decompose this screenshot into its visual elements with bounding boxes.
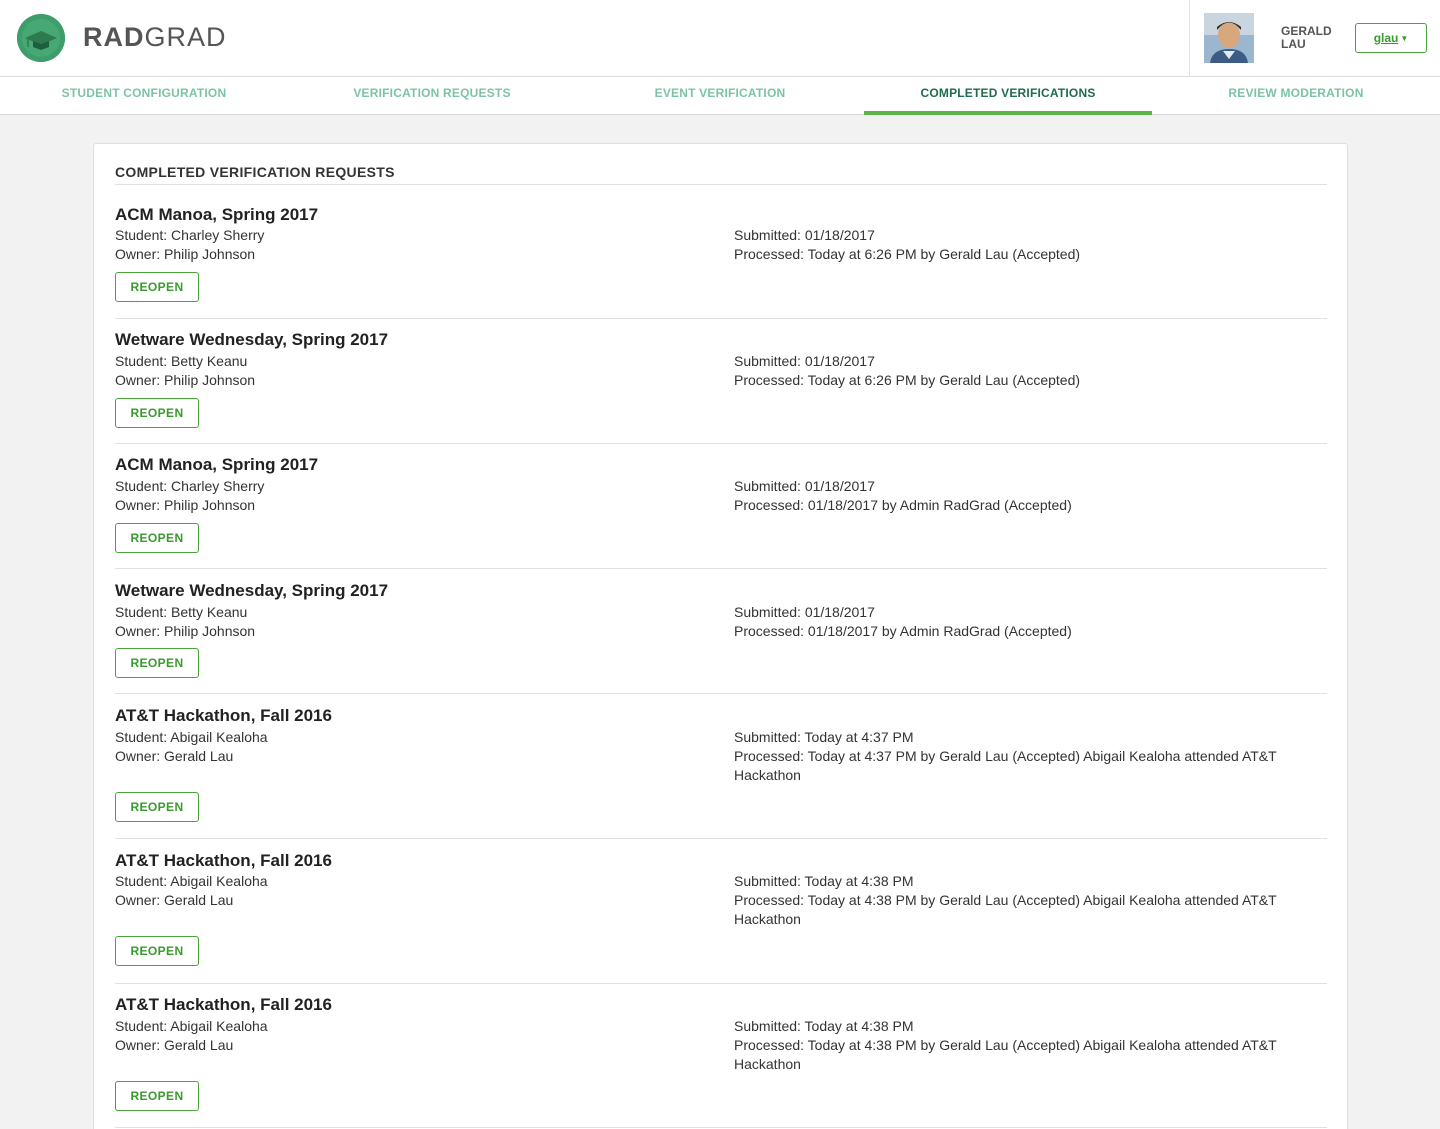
reopen-button[interactable]: REOPEN [115,272,199,302]
entry-student: Student: Charley Sherry [115,227,265,243]
reopen-button[interactable]: REOPEN [115,1081,199,1111]
verification-entry: AT&T Hackathon, Fall 2016 Student: Abiga… [115,706,1327,839]
entry-title: AT&T Hackathon, Fall 2016 [115,706,332,725]
entry-student: Student: Abigail Kealoha [115,1018,268,1034]
reopen-button[interactable]: REOPEN [115,936,199,966]
tab-review-moderation[interactable]: REVIEW MODERATION [1152,77,1440,115]
divider [115,838,1327,839]
user-menu-area: GERALD LAU glau ▼ [1189,0,1440,77]
verification-entry: ACM Manoa, Spring 2017 Student: Charley … [115,205,1327,319]
brand-name[interactable]: RADGRAD [83,22,227,53]
entry-submitted: Submitted: 01/18/2017 [734,604,875,620]
entry-submitted: Submitted: 01/18/2017 [734,353,875,369]
radgrad-logo[interactable] [17,14,65,62]
reopen-button[interactable]: REOPEN [115,648,199,678]
entry-student: Student: Charley Sherry [115,478,265,494]
entry-title: Wetware Wednesday, Spring 2017 [115,330,389,349]
main-nav: STUDENT CONFIGURATION VERIFICATION REQUE… [0,77,1440,115]
entry-processed: Processed: Today at 4:38 PM by Gerald La… [734,892,1277,927]
entry-processed: Processed: 01/18/2017 by Admin RadGrad (… [734,623,1072,639]
entry-title: Wetware Wednesday, Spring 2017 [115,581,389,600]
graduation-cap-icon [17,14,65,62]
entry-student: Student: Abigail Kealoha [115,873,268,889]
entry-owner: Owner: Gerald Lau [115,748,234,764]
completed-verifications-card: COMPLETED VERIFICATION REQUESTS ACM Mano… [93,143,1348,1129]
user-full-name: GERALD LAU [1281,25,1341,51]
divider [115,443,1327,444]
avatar-image [1204,13,1254,63]
entry-submitted: Submitted: 01/18/2017 [734,478,875,494]
entry-student: Student: Abigail Kealoha [115,729,268,745]
divider [115,693,1327,694]
entry-submitted: Submitted: Today at 4:38 PM [734,1018,914,1034]
entry-processed: Processed: Today at 6:26 PM by Gerald La… [734,246,1081,262]
entry-student: Student: Betty Keanu [115,353,248,369]
card-title: COMPLETED VERIFICATION REQUESTS [115,164,395,180]
divider [115,184,1327,185]
tab-event-verification[interactable]: EVENT VERIFICATION [576,77,864,115]
reopen-button[interactable]: REOPEN [115,523,199,553]
divider [115,318,1327,319]
entry-title: ACM Manoa, Spring 2017 [115,455,319,474]
caret-down-icon: ▼ [1400,34,1409,43]
entry-submitted: Submitted: Today at 4:37 PM [734,729,914,745]
brand-part-2: GRAD [144,22,227,52]
entry-processed: Processed: Today at 6:26 PM by Gerald La… [734,372,1081,388]
entry-owner: Owner: Philip Johnson [115,246,256,262]
user-avatar [1204,13,1254,63]
entry-processed: Processed: 01/18/2017 by Admin RadGrad (… [734,497,1072,513]
verification-entry: AT&T Hackathon, Fall 2016 Student: Abiga… [115,851,1327,984]
user-dropdown-label: glau [1373,31,1399,45]
reopen-button[interactable]: REOPEN [115,792,199,822]
verification-entry: AT&T Hackathon, Fall 2016 Student: Abiga… [115,995,1327,1128]
entry-student: Student: Betty Keanu [115,604,248,620]
tab-completed-verifications[interactable]: COMPLETED VERIFICATIONS [864,77,1152,115]
tab-student-configuration[interactable]: STUDENT CONFIGURATION [0,77,288,115]
entry-processed: Processed: Today at 4:38 PM by Gerald La… [734,1037,1277,1072]
entry-owner: Owner: Gerald Lau [115,1037,234,1053]
user-last-name: LAU [1281,37,1306,51]
verification-entry: Wetware Wednesday, Spring 2017 Student: … [115,330,1327,444]
entry-title: ACM Manoa, Spring 2017 [115,205,319,224]
entry-owner: Owner: Philip Johnson [115,372,256,388]
entry-submitted: Submitted: 01/18/2017 [734,227,875,243]
entry-owner: Owner: Philip Johnson [115,497,256,513]
entry-submitted: Submitted: Today at 4:38 PM [734,873,914,889]
entry-title: AT&T Hackathon, Fall 2016 [115,995,332,1014]
entry-owner: Owner: Gerald Lau [115,892,234,908]
entry-processed: Processed: Today at 4:37 PM by Gerald La… [734,748,1277,783]
divider [115,983,1327,984]
verification-entry: ACM Manoa, Spring 2017 Student: Charley … [115,455,1327,569]
reopen-button[interactable]: REOPEN [115,398,199,428]
verification-entry: Wetware Wednesday, Spring 2017 Student: … [115,581,1327,694]
top-header: RADGRAD GERALD LAU glau ▼ [0,0,1440,77]
divider [115,1127,1327,1128]
entry-title: AT&T Hackathon, Fall 2016 [115,851,332,870]
entry-owner: Owner: Philip Johnson [115,623,256,639]
user-dropdown-button[interactable]: glau ▼ [1355,23,1427,53]
tab-verification-requests[interactable]: VERIFICATION REQUESTS [288,77,576,115]
divider [115,568,1327,569]
brand-part-1: RAD [83,22,145,52]
